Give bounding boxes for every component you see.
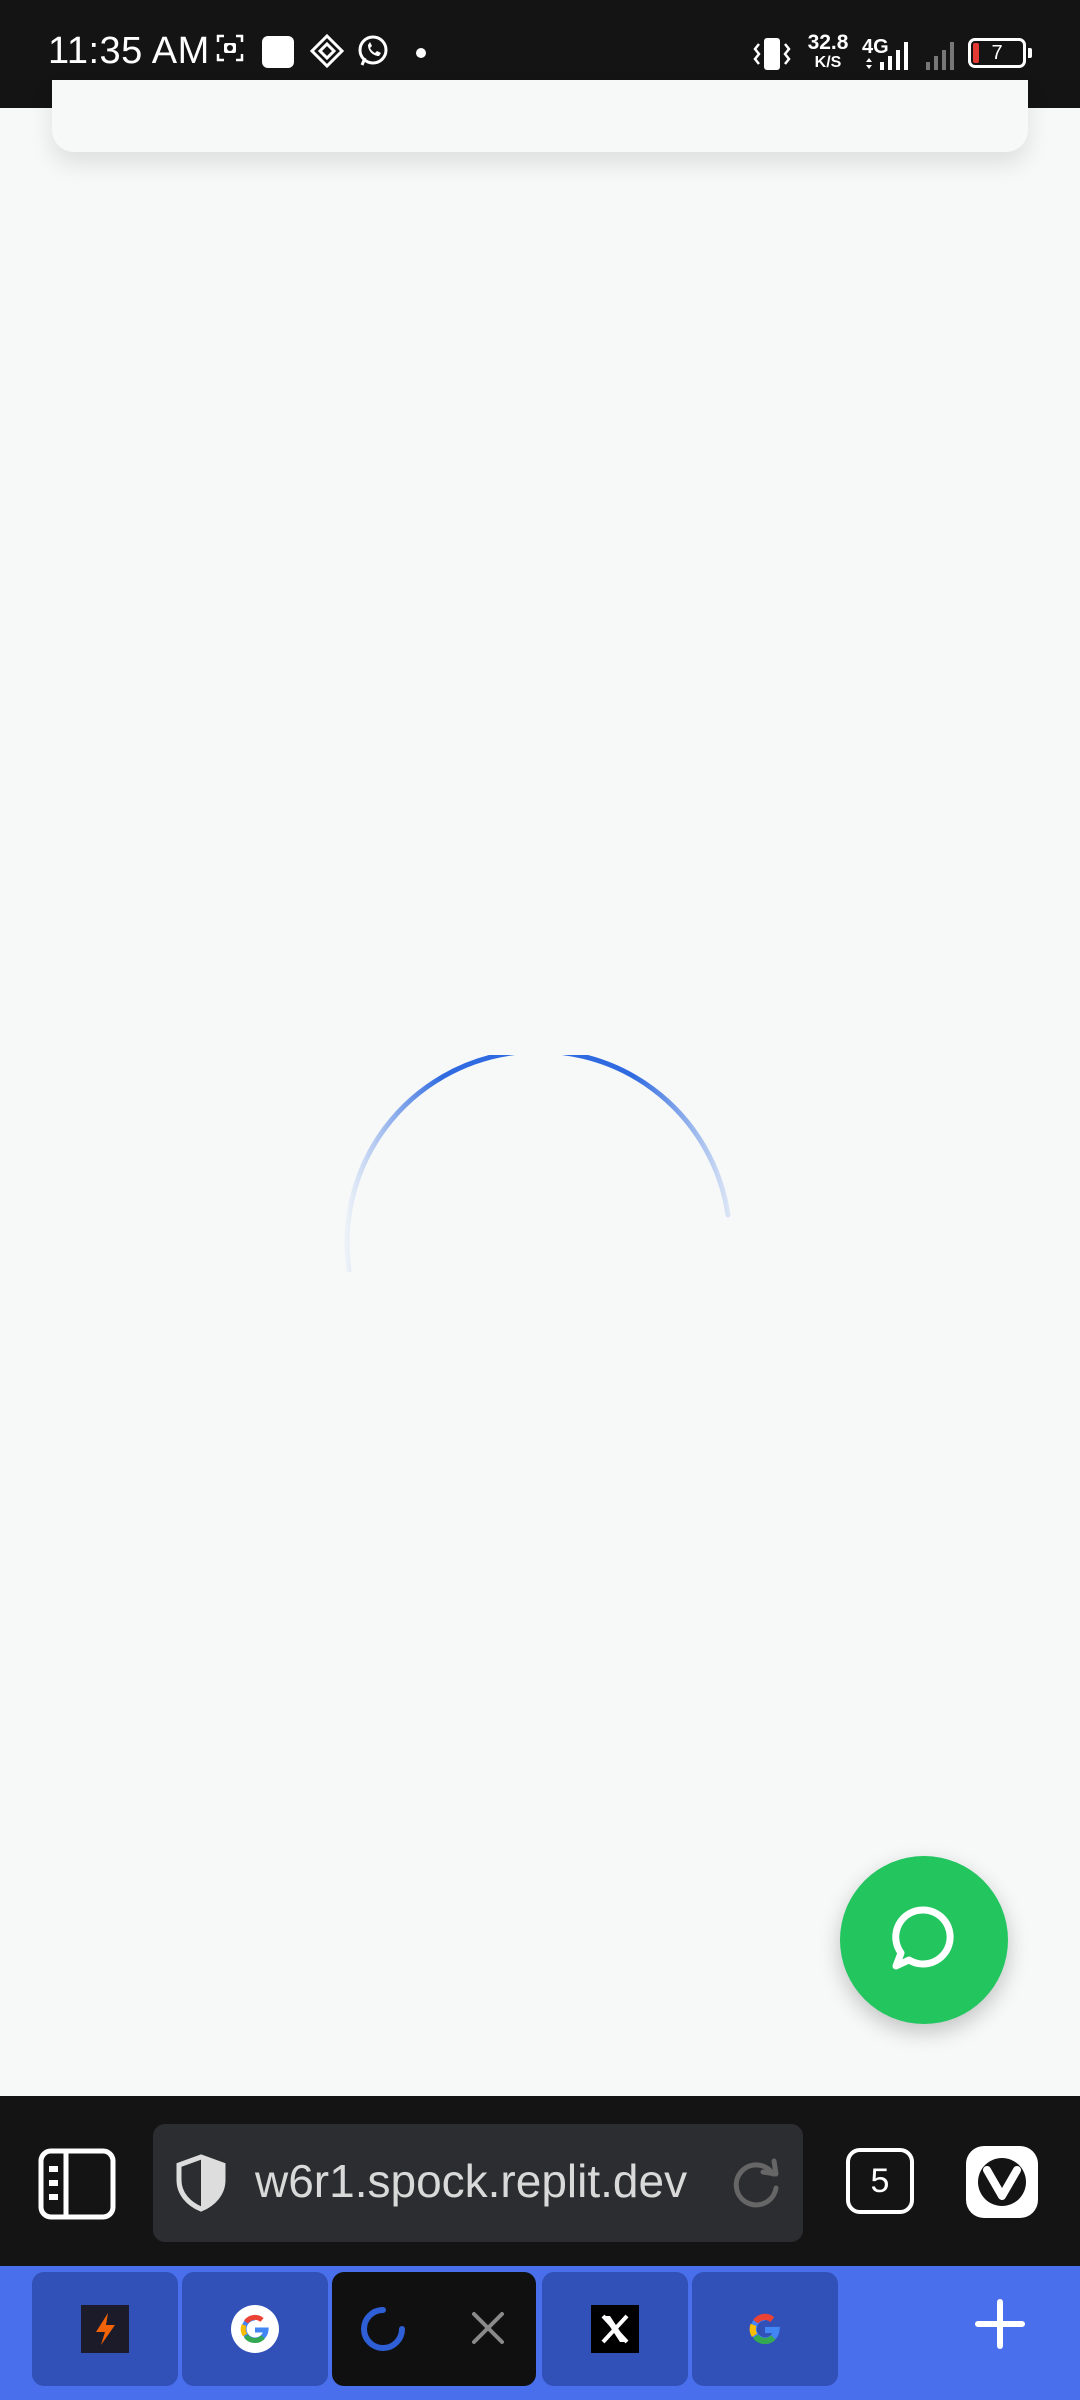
new-tab-plus-icon[interactable]: [970, 2294, 1030, 2354]
battery-percent: 7: [991, 42, 1003, 64]
app-notification-icon: [262, 36, 294, 68]
battery-tip: [1028, 48, 1032, 58]
shield-icon[interactable]: [175, 2154, 227, 2212]
chat-bubble-icon: [892, 1906, 954, 1970]
address-bar[interactable]: w6r1.spock.replit.dev: [153, 2124, 803, 2242]
status-time: 11:35 AM: [48, 30, 210, 72]
more-notifications-dot: [416, 48, 426, 58]
page-header-card: [52, 80, 1028, 152]
battery-icon: 7: [968, 38, 1032, 68]
close-tab-icon[interactable]: [470, 2310, 506, 2346]
network-speed: 32.8 K/S: [800, 31, 856, 73]
tab-bar: [0, 2266, 1080, 2400]
browser-toolbar: w6r1.spock.replit.dev 5: [0, 2096, 1080, 2266]
vivaldi-menu-icon[interactable]: [966, 2146, 1038, 2218]
tab-replit[interactable]: [32, 2272, 178, 2386]
nav-diamond-icon: [310, 34, 344, 68]
loading-spinner-icon: [361, 2307, 405, 2351]
chat-button[interactable]: [840, 1856, 1008, 2024]
tab-switcher-button[interactable]: 5: [846, 2148, 914, 2214]
reload-icon[interactable]: [729, 2158, 783, 2212]
network-speed-value: 32.8: [807, 31, 849, 54]
url-text[interactable]: w6r1.spock.replit.dev: [255, 2154, 725, 2208]
tab-google-2[interactable]: [692, 2272, 838, 2386]
google-icon: [231, 2305, 279, 2353]
loading-spinner: [344, 1055, 731, 1273]
google-icon: [749, 2313, 780, 2345]
panel-toggle-icon[interactable]: [38, 2148, 116, 2220]
replit-bolt-icon: [81, 2305, 129, 2353]
whatsapp-icon: [358, 35, 388, 66]
x-logo-icon: [591, 2305, 639, 2353]
signal-strength-icon: [880, 42, 908, 70]
screenshot-icon: [216, 34, 244, 62]
tab-x[interactable]: [542, 2272, 688, 2386]
vibrate-icon: [753, 38, 791, 70]
tab-google[interactable]: [182, 2272, 328, 2386]
tab-current-loading[interactable]: [332, 2272, 536, 2386]
network-speed-unit: K/S: [814, 54, 842, 71]
signal-sim2-icon: [926, 42, 954, 70]
